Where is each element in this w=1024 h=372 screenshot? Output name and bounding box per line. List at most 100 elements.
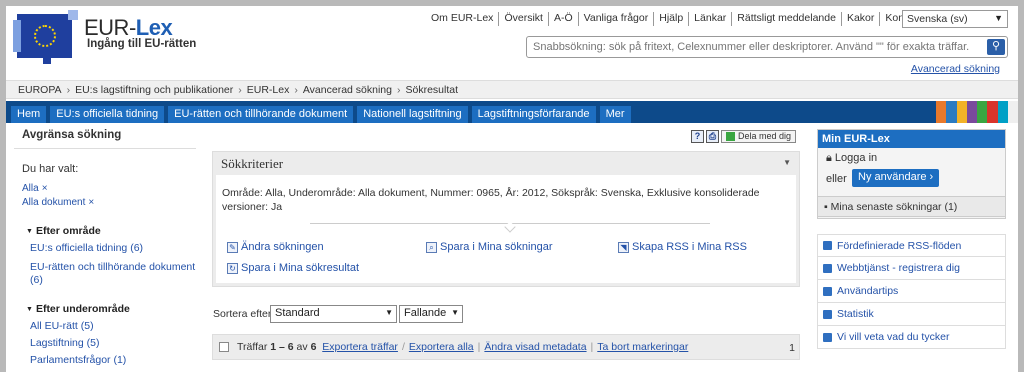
facet-area-item[interactable]: EU:s officiella tidning (6) <box>30 242 200 255</box>
chevron-right-icon: › <box>66 83 71 96</box>
results-toolbar: Träffar 1 – 6 av 6 Exportera träffar / Ex… <box>212 334 800 360</box>
main-nav: Hem EU:s officiella tidning EU-rätten oc… <box>6 101 1018 123</box>
search-icon: ⚲ <box>991 40 1001 52</box>
tab-official-journal[interactable]: EU:s officiella tidning <box>50 106 165 123</box>
filter-label: Alla <box>22 183 39 194</box>
eu-flag-icon <box>13 10 78 64</box>
tab-home[interactable]: Hem <box>11 106 47 123</box>
hits-prefix: Träffar <box>237 341 268 353</box>
link-webservice[interactable]: Webbtjänst - registrera dig <box>817 257 1006 280</box>
my-eurlex-title: Min EUR-Lex <box>818 130 1005 148</box>
language-select[interactable]: Svenska (sv) ▼ <box>902 10 1008 28</box>
refine-search-title: Avgränsa sökning <box>22 129 122 141</box>
toplink-legal-notice[interactable]: Rättsligt meddelande <box>731 12 841 26</box>
crumb-europa[interactable]: EUROPA <box>18 84 62 96</box>
create-rss-link[interactable]: ◥ Skapa RSS i Mina RSS <box>618 241 747 253</box>
tab-more[interactable]: Mer <box>599 106 631 123</box>
link-label: Användartips <box>837 285 899 297</box>
select-all-checkbox[interactable] <box>219 342 229 352</box>
facet-subarea-item[interactable]: Lagstiftning (5) <box>30 337 200 350</box>
login-link[interactable]: 🔒︎ Logga in <box>826 152 877 165</box>
lock-icon: 🔒︎ <box>826 152 832 164</box>
toplink-help[interactable]: Hjälp <box>653 12 688 26</box>
advanced-search-link[interactable]: Avancerad sökning <box>911 63 1000 75</box>
search-button[interactable]: ⚲ <box>987 39 1005 55</box>
facet-area-item[interactable]: EU-rätten och tillhörande dokument (6) <box>30 261 200 287</box>
color-stripe <box>966 101 977 123</box>
page-number: 1 <box>789 342 795 354</box>
chevron-right-icon: › <box>294 83 298 96</box>
separator: | <box>590 341 594 353</box>
color-stripe <box>997 101 1008 123</box>
selected-filter-all-docs[interactable]: Alla dokument × <box>22 197 94 208</box>
separator: / <box>401 341 405 353</box>
search-criteria-panel: Sökkriterier ▼ Område: Alla, Underområde… <box>212 151 800 287</box>
hits-range: 1 – 6 <box>270 341 294 353</box>
color-stripe <box>956 101 967 123</box>
sort-select[interactable]: Standard ▼ <box>270 305 397 323</box>
sort-label: Sortera efter <box>213 308 272 320</box>
crumb-eu-law[interactable]: EU:s lagstiftning och publikationer <box>75 84 233 96</box>
export-all-link[interactable]: Exportera alla <box>409 341 474 353</box>
facet-subarea-item[interactable]: Parlamentsfrågor (1) <box>30 354 200 367</box>
link-feedback[interactable]: Vi vill veta vad du tycker <box>817 326 1006 349</box>
tab-national-law[interactable]: Nationell lagstiftning <box>357 106 468 123</box>
share-button[interactable]: Dela med dig <box>721 130 797 143</box>
statistics-icon <box>823 309 832 319</box>
create-rss-label: Skapa RSS i Mina RSS <box>632 241 747 253</box>
save-results-link[interactable]: ↻ Spara i Mina sökresultat <box>227 262 359 274</box>
export-hits-link[interactable]: Exportera träffar <box>322 341 398 353</box>
eu-flag-logo[interactable] <box>13 10 78 64</box>
selected-filter-all[interactable]: Alla × <box>22 183 48 194</box>
recent-searches[interactable]: ▪ Mina senaste sökningar (1) <box>817 196 1006 217</box>
remove-icon[interactable]: × <box>88 197 94 208</box>
color-stripe <box>936 101 947 123</box>
search-input[interactable] <box>527 37 982 57</box>
tab-eu-law[interactable]: EU-rätten och tillhörande dokument <box>168 106 354 123</box>
collapse-arrow-icon[interactable]: ▼ <box>783 158 791 167</box>
toplink-faq[interactable]: Vanliga frågor <box>577 12 654 26</box>
toplink-links[interactable]: Länkar <box>688 12 731 26</box>
toplink-a-z[interactable]: A-Ö <box>547 12 578 26</box>
criteria-body: Område: Alla, Underområde: Alla dokument… <box>216 175 796 283</box>
facet-subarea-title[interactable]: Efter underområde <box>26 303 130 315</box>
link-label: Fördefinierade RSS-flöden <box>837 239 962 252</box>
remove-icon[interactable]: × <box>42 183 48 194</box>
toplink-overview[interactable]: Översikt <box>498 12 548 26</box>
link-user-tips[interactable]: Användartips <box>817 280 1006 303</box>
hits-total: 6 <box>310 341 317 353</box>
rss-icon: ◥ <box>618 241 629 253</box>
criteria-divider <box>310 223 710 224</box>
edit-search-link[interactable]: ✎ Ändra sökningen <box>227 241 324 253</box>
toplink-about[interactable]: Om EUR-Lex <box>426 12 498 26</box>
chevron-down-icon: ▼ <box>994 13 1003 23</box>
order-value: Fallande <box>404 307 447 319</box>
new-user-button[interactable]: Ny användare › <box>852 169 940 187</box>
crumb-eur-lex[interactable]: EUR-Lex <box>247 84 290 96</box>
crumb-advanced-search[interactable]: Avancerad sökning <box>303 84 392 96</box>
filter-label: Alla dokument <box>22 197 86 208</box>
color-stripes <box>936 101 1018 123</box>
save-results-label: Spara i Mina sökresultat <box>241 262 359 274</box>
toplink-cookies[interactable]: Kakor <box>840 12 879 26</box>
link-statistics[interactable]: Statistik <box>817 303 1006 326</box>
change-metadata-link[interactable]: Ändra visad metadata <box>484 341 586 353</box>
link-label: Webbtjänst - registrera dig <box>837 262 960 274</box>
save-search-link[interactable]: ⌕ Spara i Mina sökningar <box>426 241 553 253</box>
divider <box>14 148 196 149</box>
print-icon[interactable]: ⎙ <box>706 130 719 143</box>
tab-procedures[interactable]: Lagstiftningsförfarande <box>471 106 596 123</box>
feedback-icon <box>823 332 832 342</box>
remove-marks-link[interactable]: Ta bort markeringar <box>597 341 688 353</box>
chevron-down-icon: ▼ <box>451 308 459 317</box>
hits-of: av <box>296 341 308 353</box>
link-rss-feeds[interactable]: Fördefinierade RSS-flöden <box>817 234 1006 257</box>
separator: | <box>477 341 481 353</box>
facet-subarea-item[interactable]: All EU-rätt (5) <box>30 320 200 333</box>
save-search-icon: ⌕ <box>426 241 437 253</box>
quick-search: ⚲ <box>526 36 1008 58</box>
sort-value: Standard <box>275 307 320 319</box>
facet-area-title[interactable]: Efter område <box>26 225 101 237</box>
order-select[interactable]: Fallande ▼ <box>399 305 463 323</box>
help-icon[interactable]: ? <box>691 130 704 143</box>
